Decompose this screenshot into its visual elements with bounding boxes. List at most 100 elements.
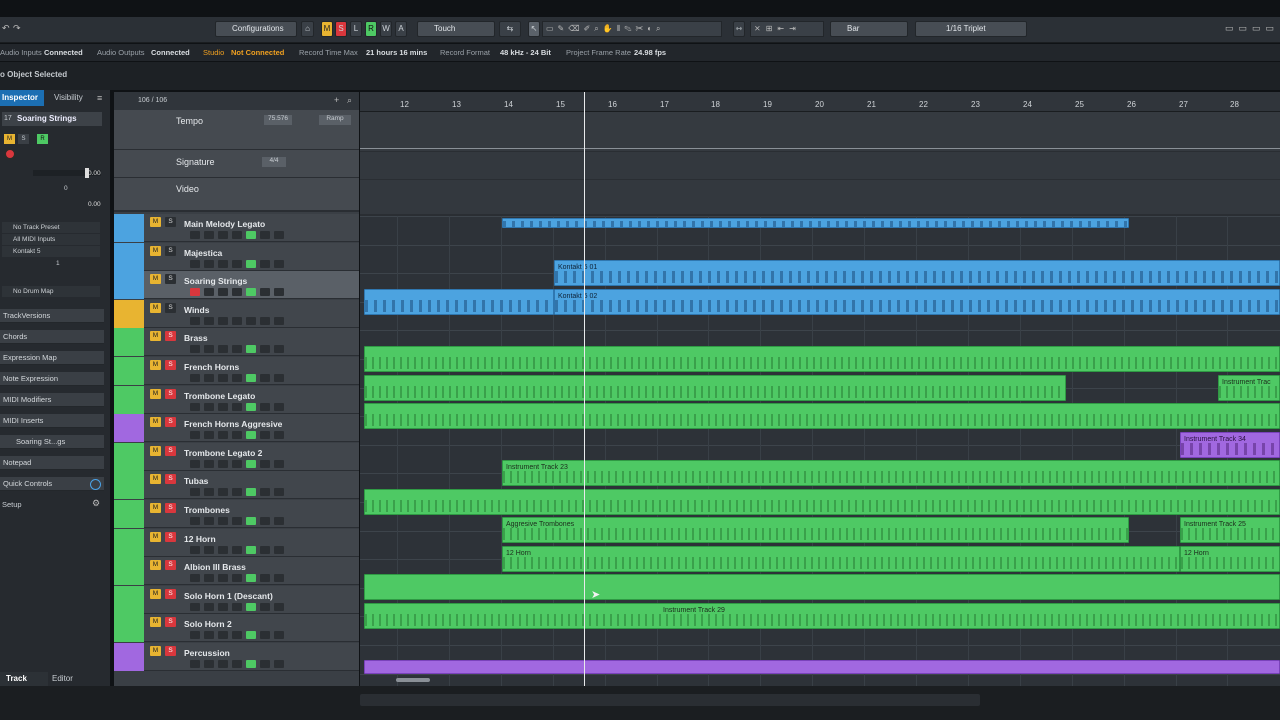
automation-button[interactable]: A (395, 21, 407, 37)
track-control-button[interactable] (260, 374, 270, 382)
track-control-button[interactable] (274, 403, 284, 411)
midi-part-solo-horn-1[interactable]: Instrument Track 29 (364, 603, 1280, 629)
track-row[interactable]: M S Trombone Legato 2 (114, 443, 359, 471)
track-control-button[interactable] (246, 374, 256, 382)
inspector-solo-button[interactable]: S (18, 134, 29, 144)
track-control-button[interactable] (232, 574, 242, 582)
read-automation-button[interactable]: R (365, 21, 377, 37)
track-control-button[interactable] (218, 488, 228, 496)
solo-button[interactable]: S (165, 217, 176, 227)
track-control-button[interactable] (260, 488, 270, 496)
track-control-button[interactable] (204, 431, 214, 439)
track-control-button[interactable] (190, 317, 200, 325)
track-control-button[interactable] (274, 431, 284, 439)
track-control-button[interactable] (274, 574, 284, 582)
track-control-button[interactable] (204, 546, 214, 554)
track-control-button[interactable] (260, 546, 270, 554)
write-automation-button[interactable]: W (380, 21, 392, 37)
track-control-button[interactable] (260, 603, 270, 611)
track-control-button[interactable] (232, 460, 242, 468)
track-row[interactable]: M S French Horns Aggresive (114, 414, 359, 442)
solo-button[interactable]: S (165, 560, 176, 570)
track-control-button[interactable] (204, 260, 214, 268)
track-name[interactable]: Brass (184, 333, 208, 343)
solo-button[interactable]: S (165, 532, 176, 542)
horizontal-scrollbar[interactable] (396, 678, 430, 682)
track-row[interactable]: M S Winds (114, 300, 359, 328)
midi-part-main-melody[interactable] (502, 218, 1129, 228)
object-select-tool-icon[interactable]: ↖ (528, 21, 540, 37)
track-name[interactable]: Percussion (184, 648, 230, 658)
track-control-button[interactable] (190, 517, 200, 525)
track-control-button[interactable] (274, 288, 284, 296)
track-control-button[interactable] (204, 345, 214, 353)
mute-button[interactable]: M (150, 589, 161, 599)
track-control-button[interactable] (274, 260, 284, 268)
listen-button[interactable]: L (350, 21, 362, 37)
section-notepad[interactable]: Notepad (0, 456, 104, 470)
track-name[interactable]: French Horns Aggresive (184, 419, 282, 429)
track-control-button[interactable] (190, 345, 200, 353)
track-control-button[interactable] (274, 603, 284, 611)
track-control-button[interactable] (232, 546, 242, 554)
ruler[interactable]: 12 13 14 15 16 17 18 19 20 21 22 23 24 25 26 27 28 (360, 92, 1280, 112)
track-control-button[interactable] (190, 403, 200, 411)
mute-button[interactable]: M (150, 503, 161, 513)
solo-button[interactable]: S (165, 389, 176, 399)
track-control-button[interactable] (260, 260, 270, 268)
track-control-button[interactable] (232, 660, 242, 668)
midi-part-french-horns-end[interactable]: Instrument Trac (1218, 375, 1280, 401)
track-row[interactable]: M S Solo Horn 2 (114, 614, 359, 642)
midi-part-trombone-legato-2[interactable]: Instrument Track 23 (502, 460, 1280, 486)
track-control-button[interactable] (232, 317, 242, 325)
mute-button[interactable]: M (150, 560, 161, 570)
track-control-button[interactable] (218, 574, 228, 582)
mute-all-button[interactable]: M (321, 21, 333, 37)
track-control-button[interactable] (246, 460, 256, 468)
solo-all-button[interactable]: S (335, 21, 347, 37)
track-control-button[interactable] (232, 631, 242, 639)
tempo-track[interactable]: Tempo 75.576 Ramp (114, 110, 359, 150)
track-name[interactable]: Majestica (184, 248, 222, 258)
track-control-button[interactable] (246, 260, 256, 268)
track-control-button[interactable] (218, 345, 228, 353)
track-control-button[interactable] (246, 231, 256, 239)
midi-part-soaring-strings-a[interactable] (364, 289, 554, 315)
track-row[interactable]: M S Percussion (114, 643, 359, 671)
transport-bar[interactable] (360, 694, 980, 706)
track-control-button[interactable] (260, 574, 270, 582)
track-color-strip[interactable] (114, 300, 144, 328)
track-name[interactable]: Main Melody Legato (184, 219, 265, 229)
track-control-button[interactable] (218, 660, 228, 668)
track-control-button[interactable] (246, 603, 256, 611)
midi-output-routing[interactable]: Kontakt 5 (2, 246, 100, 257)
midi-part-percussion[interactable] (364, 660, 1280, 674)
signature-track[interactable]: Signature 4/4 (114, 150, 359, 178)
track-control-button[interactable] (246, 660, 256, 668)
track-control-button[interactable] (218, 546, 228, 554)
tab-inspector[interactable]: Inspector (0, 90, 44, 106)
track-color-strip[interactable] (114, 357, 144, 385)
midi-part-french-horns-aggresive[interactable]: Instrument Track 34 (1180, 432, 1280, 458)
track-control-button[interactable] (204, 517, 214, 525)
track-row[interactable]: M S Trombone Legato (114, 386, 359, 414)
search-icon[interactable]: ⌕ (347, 95, 352, 106)
snap-icon[interactable]: ⇿ (733, 21, 745, 37)
mute-button[interactable]: M (150, 217, 161, 227)
track-control-button[interactable] (204, 231, 214, 239)
track-name[interactable]: Tubas (184, 476, 208, 486)
solo-button[interactable]: S (165, 360, 176, 370)
track-control-button[interactable] (232, 345, 242, 353)
midi-part-12-horn-end[interactable]: 12 Horn (1180, 546, 1280, 572)
mute-button[interactable]: M (150, 360, 161, 370)
track-control-button[interactable] (190, 231, 200, 239)
track-control-button[interactable] (190, 460, 200, 468)
track-color-strip[interactable] (114, 443, 144, 471)
track-name[interactable]: Solo Horn 1 (Descant) (184, 591, 273, 601)
track-control-button[interactable] (204, 631, 214, 639)
quantize-dropdown[interactable]: 1/16 Triplet (915, 21, 1027, 37)
track-control-button[interactable] (246, 546, 256, 554)
mute-button[interactable]: M (150, 617, 161, 627)
track-color-strip[interactable] (114, 557, 144, 585)
track-control-button[interactable] (218, 603, 228, 611)
